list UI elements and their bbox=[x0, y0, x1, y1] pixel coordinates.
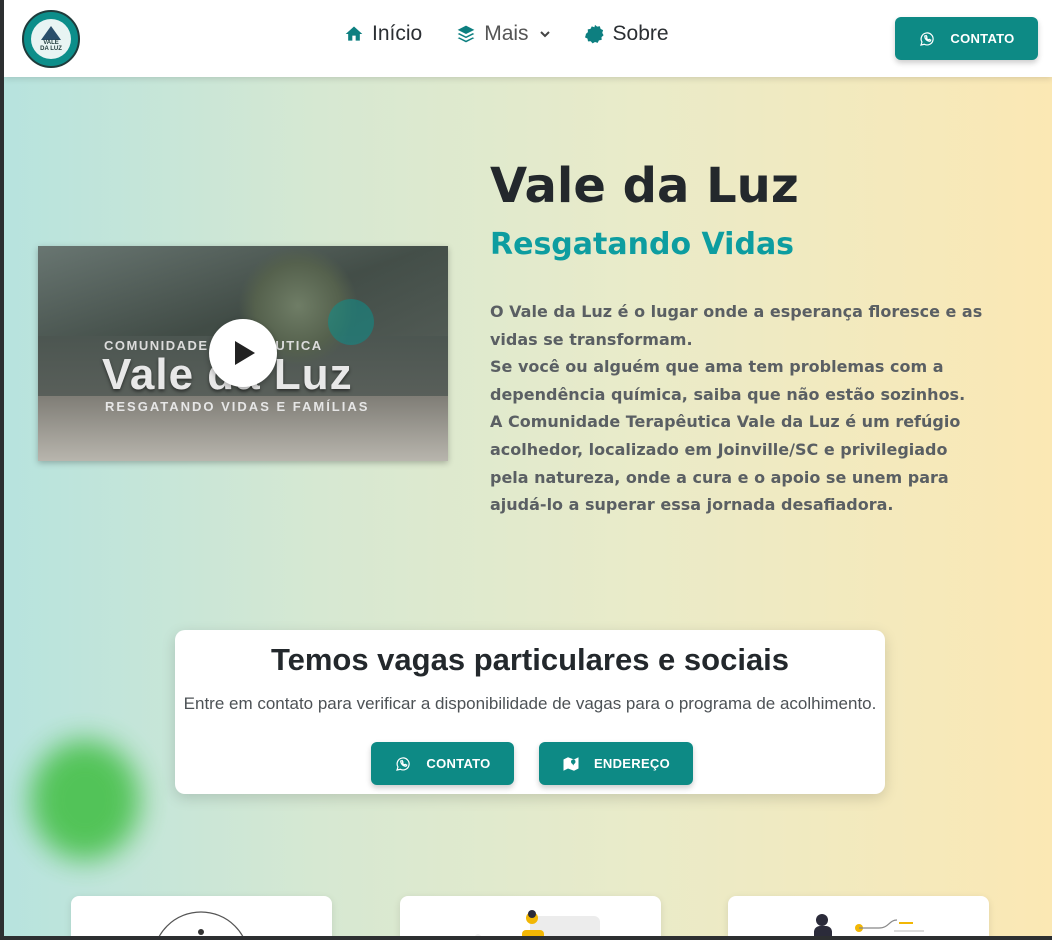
vagas-address-button[interactable]: ENDEREÇO bbox=[539, 742, 693, 785]
site-header: VALE DA LUZ Início Mais Sobre CONTATO bbox=[4, 0, 1052, 77]
hero-video[interactable]: COMUNIDADE TERAPÊUTICA Vale da Luz RESGA… bbox=[38, 246, 448, 461]
feature-card bbox=[728, 896, 989, 936]
mountain-icon bbox=[41, 26, 61, 40]
nav-item-sobre[interactable]: Sobre bbox=[584, 22, 669, 46]
vagas-title: Temos vagas particulares e sociais bbox=[270, 642, 790, 677]
badge-icon bbox=[584, 24, 604, 44]
nav-item-label: Sobre bbox=[612, 22, 669, 45]
hero-paragraph: Se você ou alguém que ama tem problemas … bbox=[490, 357, 966, 404]
whatsapp-icon bbox=[920, 31, 935, 46]
vagas-address-label: ENDEREÇO bbox=[593, 756, 671, 771]
video-logo bbox=[328, 299, 374, 345]
header-contact-label: CONTATO bbox=[950, 31, 1015, 46]
vagas-contact-button[interactable]: CONTATO bbox=[371, 742, 514, 785]
feature-card bbox=[400, 896, 661, 936]
video-overlay-subtitle: RESGATANDO VIDAS E FAMÍLIAS bbox=[105, 399, 370, 414]
hero-paragraph: O Vale da Luz é o lugar onde a esperança… bbox=[490, 302, 983, 349]
nav-item-mais[interactable]: Mais bbox=[456, 22, 550, 46]
nav-item-label: Início bbox=[372, 22, 423, 45]
home-icon bbox=[345, 26, 363, 41]
logo-text-bottom: DA LUZ bbox=[40, 46, 62, 52]
hero-title: Vale da Luz bbox=[490, 158, 799, 214]
header-contact-button[interactable]: CONTATO bbox=[895, 17, 1038, 60]
main-nav: Início Mais Sobre bbox=[344, 22, 669, 46]
logo-emblem: VALE DA LUZ bbox=[31, 19, 71, 59]
site-logo[interactable]: VALE DA LUZ bbox=[22, 10, 80, 68]
vagas-description: Entre em contato para verificar a dispon… bbox=[183, 694, 877, 713]
vagas-contact-label: CONTATO bbox=[426, 756, 491, 771]
card-illustration bbox=[814, 914, 924, 936]
whatsapp-icon bbox=[396, 756, 411, 771]
page: VALE DA LUZ Início Mais Sobre CONTATO CO… bbox=[4, 0, 1052, 936]
hero-subtitle: Resgatando Vidas bbox=[490, 227, 795, 262]
hero-description: O Vale da Luz é o lugar onde a esperança… bbox=[490, 298, 990, 519]
vagas-card: Temos vagas particulares e sociais Entre… bbox=[175, 630, 885, 794]
layers-icon bbox=[457, 25, 475, 43]
feature-card bbox=[71, 896, 332, 936]
card-illustration bbox=[475, 910, 600, 936]
hero-paragraph: A Comunidade Terapêutica Vale da Luz é u… bbox=[490, 412, 961, 515]
map-icon bbox=[563, 756, 579, 771]
card-illustration bbox=[158, 911, 244, 936]
chevron-down-icon bbox=[539, 31, 550, 38]
play-icon bbox=[235, 341, 255, 365]
nav-item-label: Mais bbox=[484, 22, 529, 45]
decorative-blob bbox=[30, 740, 140, 860]
play-button[interactable] bbox=[209, 319, 277, 387]
nav-item-inicio[interactable]: Início bbox=[344, 22, 422, 46]
